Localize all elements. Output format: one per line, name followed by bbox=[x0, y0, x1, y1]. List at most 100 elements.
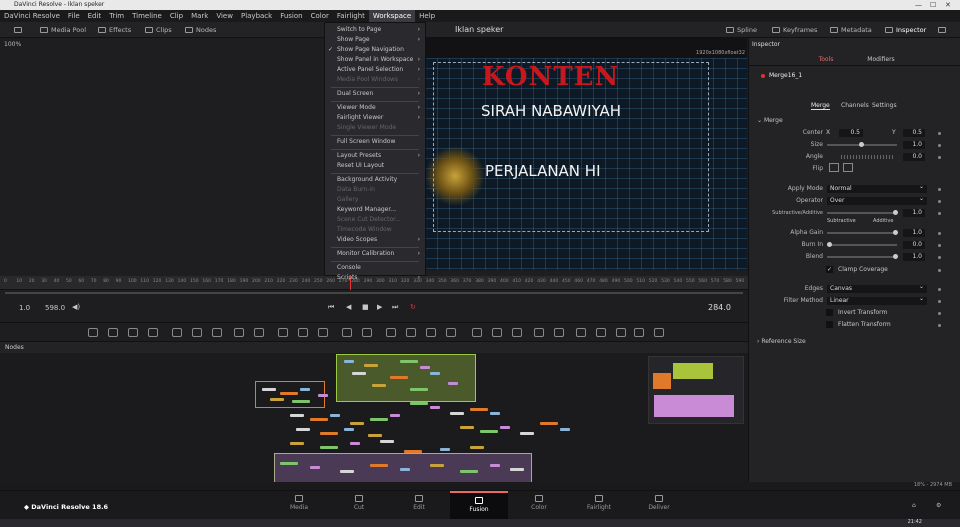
tool-icon[interactable] bbox=[278, 328, 288, 337]
node-navigator[interactable] bbox=[648, 356, 744, 424]
tool-icon[interactable] bbox=[298, 328, 308, 337]
graph-node[interactable] bbox=[296, 428, 310, 431]
menu-item-show-panel-in-workspace[interactable]: Show Panel in Workspace › bbox=[325, 55, 425, 65]
graph-node[interactable] bbox=[390, 414, 400, 417]
section-reference-size[interactable]: › Reference Size bbox=[757, 338, 806, 345]
graph-node[interactable] bbox=[450, 412, 464, 415]
menu-clip[interactable]: Clip bbox=[166, 10, 187, 22]
size-slider[interactable] bbox=[827, 142, 897, 147]
graph-node[interactable] bbox=[560, 428, 570, 431]
tool-icon[interactable] bbox=[386, 328, 396, 337]
graph-node[interactable] bbox=[410, 388, 428, 391]
graph-node[interactable] bbox=[300, 388, 310, 391]
tool-icon[interactable] bbox=[212, 328, 222, 337]
tool-icon[interactable] bbox=[406, 328, 416, 337]
menu-timeline[interactable]: Timeline bbox=[128, 10, 166, 22]
graph-node[interactable] bbox=[270, 398, 284, 401]
tool-icon[interactable] bbox=[554, 328, 564, 337]
tool-icon[interactable] bbox=[426, 328, 436, 337]
page-cut[interactable]: Cut bbox=[330, 491, 388, 520]
center-x[interactable]: 0.5 bbox=[839, 129, 863, 137]
graph-node[interactable] bbox=[350, 442, 360, 445]
menu-item-background-activity[interactable]: Background Activity bbox=[325, 175, 425, 185]
graph-node[interactable] bbox=[370, 464, 388, 467]
left-viewer[interactable]: 100% bbox=[0, 38, 325, 270]
tool-icon[interactable] bbox=[512, 328, 522, 337]
tool-icon[interactable] bbox=[172, 328, 182, 337]
alpha-gain-slider[interactable] bbox=[827, 230, 898, 235]
apply-mode-select[interactable]: Normal bbox=[827, 183, 927, 193]
media-pool-button[interactable]: Media Pool bbox=[40, 22, 86, 38]
minimize-button[interactable]: — bbox=[915, 0, 922, 10]
menu-color[interactable]: Color bbox=[307, 10, 333, 22]
graph-node[interactable] bbox=[262, 388, 276, 391]
menu-item-full-screen-window[interactable]: Full Screen Window bbox=[325, 137, 425, 147]
graph-node[interactable] bbox=[368, 434, 382, 437]
flatten-checkbox[interactable] bbox=[826, 321, 833, 328]
start-frame[interactable]: 1.0 bbox=[19, 304, 30, 312]
subtab-merge[interactable]: Merge bbox=[811, 102, 830, 110]
effects-button[interactable]: Effects bbox=[98, 22, 131, 38]
graph-node[interactable] bbox=[460, 470, 478, 473]
clips-button[interactable]: Clips bbox=[145, 22, 172, 38]
angle-dial[interactable] bbox=[841, 155, 893, 159]
play-icon[interactable]: ▶ bbox=[377, 303, 382, 311]
graph-node[interactable] bbox=[460, 426, 474, 429]
invert-checkbox[interactable] bbox=[826, 309, 833, 316]
tool-icon[interactable] bbox=[192, 328, 202, 337]
graph-node[interactable] bbox=[290, 414, 304, 417]
graph-node[interactable] bbox=[410, 402, 428, 405]
page-deliver[interactable]: Deliver bbox=[630, 491, 688, 520]
graph-node[interactable] bbox=[490, 412, 500, 415]
tool-icon[interactable] bbox=[576, 328, 586, 337]
graph-node[interactable] bbox=[320, 446, 338, 449]
menu-help[interactable]: Help bbox=[415, 10, 439, 22]
tool-icon[interactable] bbox=[446, 328, 456, 337]
menu-item-reset-ui-layout[interactable]: Reset UI Layout bbox=[325, 161, 425, 171]
graph-node[interactable] bbox=[470, 446, 484, 449]
filter-select[interactable]: Linear bbox=[827, 295, 927, 305]
graph-node[interactable] bbox=[448, 382, 458, 385]
menu-item-video-scopes[interactable]: Video Scopes › bbox=[325, 235, 425, 245]
graph-node[interactable] bbox=[330, 414, 340, 417]
graph-node[interactable] bbox=[380, 440, 394, 443]
graph-node[interactable] bbox=[310, 418, 328, 421]
tool-icon[interactable] bbox=[596, 328, 606, 337]
page-fairlight[interactable]: Fairlight bbox=[570, 491, 628, 520]
tool-icon[interactable] bbox=[534, 328, 544, 337]
menu-item-monitor-calibration[interactable]: Monitor Calibration › bbox=[325, 249, 425, 259]
tool-icon[interactable] bbox=[342, 328, 352, 337]
graph-node[interactable] bbox=[430, 464, 444, 467]
flip-h-icon[interactable] bbox=[829, 163, 839, 172]
page-fusion[interactable]: Fusion bbox=[450, 491, 508, 520]
graph-node[interactable] bbox=[430, 406, 440, 409]
graph-node[interactable] bbox=[520, 432, 534, 435]
graph-node[interactable] bbox=[372, 384, 386, 387]
tool-icon[interactable] bbox=[616, 328, 626, 337]
stop-icon[interactable]: ■ bbox=[362, 303, 369, 311]
step-back-icon[interactable]: ◀ bbox=[346, 303, 351, 311]
tool-icon[interactable] bbox=[492, 328, 502, 337]
loop-icon[interactable]: ↻ bbox=[410, 303, 416, 311]
maximize-button[interactable]: ☐ bbox=[930, 0, 936, 10]
settings-icon[interactable]: ⚙ bbox=[936, 502, 941, 509]
menu-trim[interactable]: Trim bbox=[105, 10, 128, 22]
menu-item-layout-presets[interactable]: Layout Presets › bbox=[325, 151, 425, 161]
nodes-panel[interactable]: Nodes bbox=[0, 342, 748, 483]
page-edit[interactable]: Edit bbox=[390, 491, 448, 520]
graph-node[interactable] bbox=[400, 360, 418, 363]
menu-workspace[interactable]: Workspace bbox=[368, 10, 416, 22]
center-y[interactable]: 0.5 bbox=[903, 129, 925, 137]
tool-icon[interactable] bbox=[318, 328, 328, 337]
tool-icon[interactable] bbox=[634, 328, 644, 337]
tool-icon[interactable] bbox=[108, 328, 118, 337]
menu-item-dual-screen[interactable]: Dual Screen › bbox=[325, 89, 425, 99]
graph-node[interactable] bbox=[400, 468, 410, 471]
end-frame[interactable]: 598.0 bbox=[45, 304, 65, 312]
subtab-settings[interactable]: Settings bbox=[872, 102, 897, 109]
close-button[interactable]: ✕ bbox=[945, 0, 951, 10]
graph-node[interactable] bbox=[430, 372, 440, 375]
menu-playback[interactable]: Playback bbox=[237, 10, 276, 22]
fullscreen-icon[interactable] bbox=[938, 22, 949, 38]
tool-icon[interactable] bbox=[148, 328, 158, 337]
